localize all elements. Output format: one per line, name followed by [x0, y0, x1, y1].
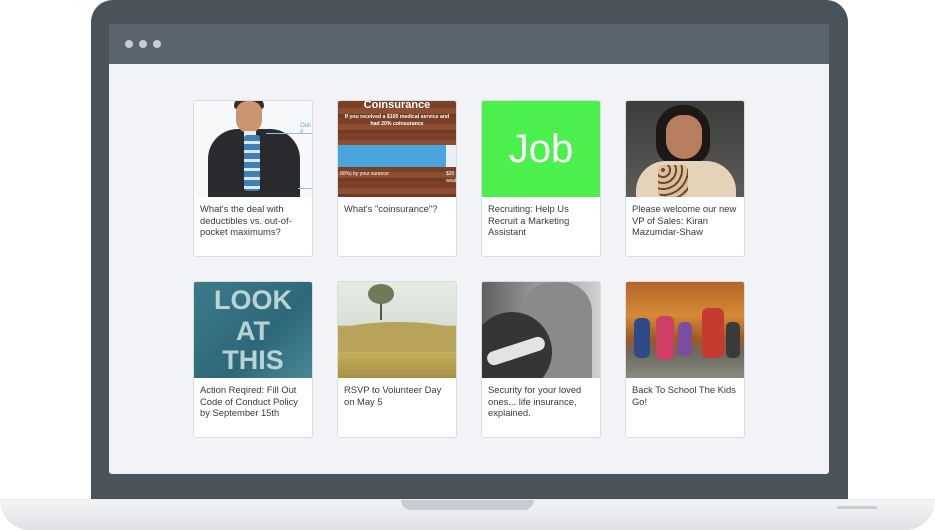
browser-titlebar: [109, 24, 829, 64]
window-dot-icon: [125, 40, 133, 48]
coinsurance-infographic: Coinsurance If you received a $100 medic…: [338, 101, 456, 197]
image-text: $20 would: [446, 171, 456, 184]
card-caption: Back To School The Kids Go!: [632, 384, 736, 407]
card-caption: What's "coinsurance"?: [344, 203, 438, 214]
job-text: Job: [508, 126, 574, 171]
browser-window: Out-o What's the deal with deductibles v…: [109, 24, 829, 474]
kids-autumn-photo: [626, 282, 744, 378]
laptop-notch: [401, 500, 534, 510]
embrace-photo: [482, 282, 600, 378]
card-caption: What's the deal with deductibles vs. out…: [200, 203, 292, 237]
man-with-stacked-cups-photo: Out-o: [194, 101, 312, 197]
article-card[interactable]: Coinsurance If you received a $100 medic…: [337, 100, 457, 257]
image-text: THIS: [222, 345, 284, 375]
image-text: 80%) by your surance: [340, 171, 389, 177]
article-card[interactable]: Back To School The Kids Go!: [625, 281, 745, 438]
look-at-this-graphic: LOOK AT THIS: [194, 282, 312, 378]
job-graphic: Job: [482, 101, 600, 197]
image-subtitle: If you received a $100 medical service a…: [344, 114, 450, 127]
image-text: LOOK: [214, 285, 292, 315]
window-dot-icon: [153, 40, 161, 48]
card-caption: RSVP to Volunteer Day on May 5: [344, 384, 442, 407]
article-card[interactable]: Security for your loved ones... life ins…: [481, 281, 601, 438]
card-caption: Please welcome our new VP of Sales: Kira…: [632, 203, 737, 237]
laptop-vent: [837, 506, 877, 509]
image-title: Coinsurance: [363, 101, 431, 111]
article-card[interactable]: Out-o What's the deal with deductibles v…: [193, 100, 313, 257]
field-landscape-photo: [338, 282, 456, 378]
article-card[interactable]: RSVP to Volunteer Day on May 5: [337, 281, 457, 438]
article-card[interactable]: Please welcome our new VP of Sales: Kira…: [625, 100, 745, 257]
image-text: Out-o: [300, 123, 312, 135]
article-card[interactable]: LOOK AT THIS Action Reqired: Fill Out Co…: [193, 281, 313, 438]
image-text: AT: [236, 316, 270, 346]
woman-portrait-photo: [626, 101, 744, 197]
card-caption: Security for your loved ones... life ins…: [488, 384, 582, 418]
card-caption: Recruiting: Help Us Recruit a Marketing …: [488, 203, 570, 237]
window-dot-icon: [139, 40, 147, 48]
article-card[interactable]: Job Recruiting: Help Us Recruit a Market…: [481, 100, 601, 257]
card-caption: Action Reqired: Fill Out Code of Conduct…: [200, 384, 298, 418]
